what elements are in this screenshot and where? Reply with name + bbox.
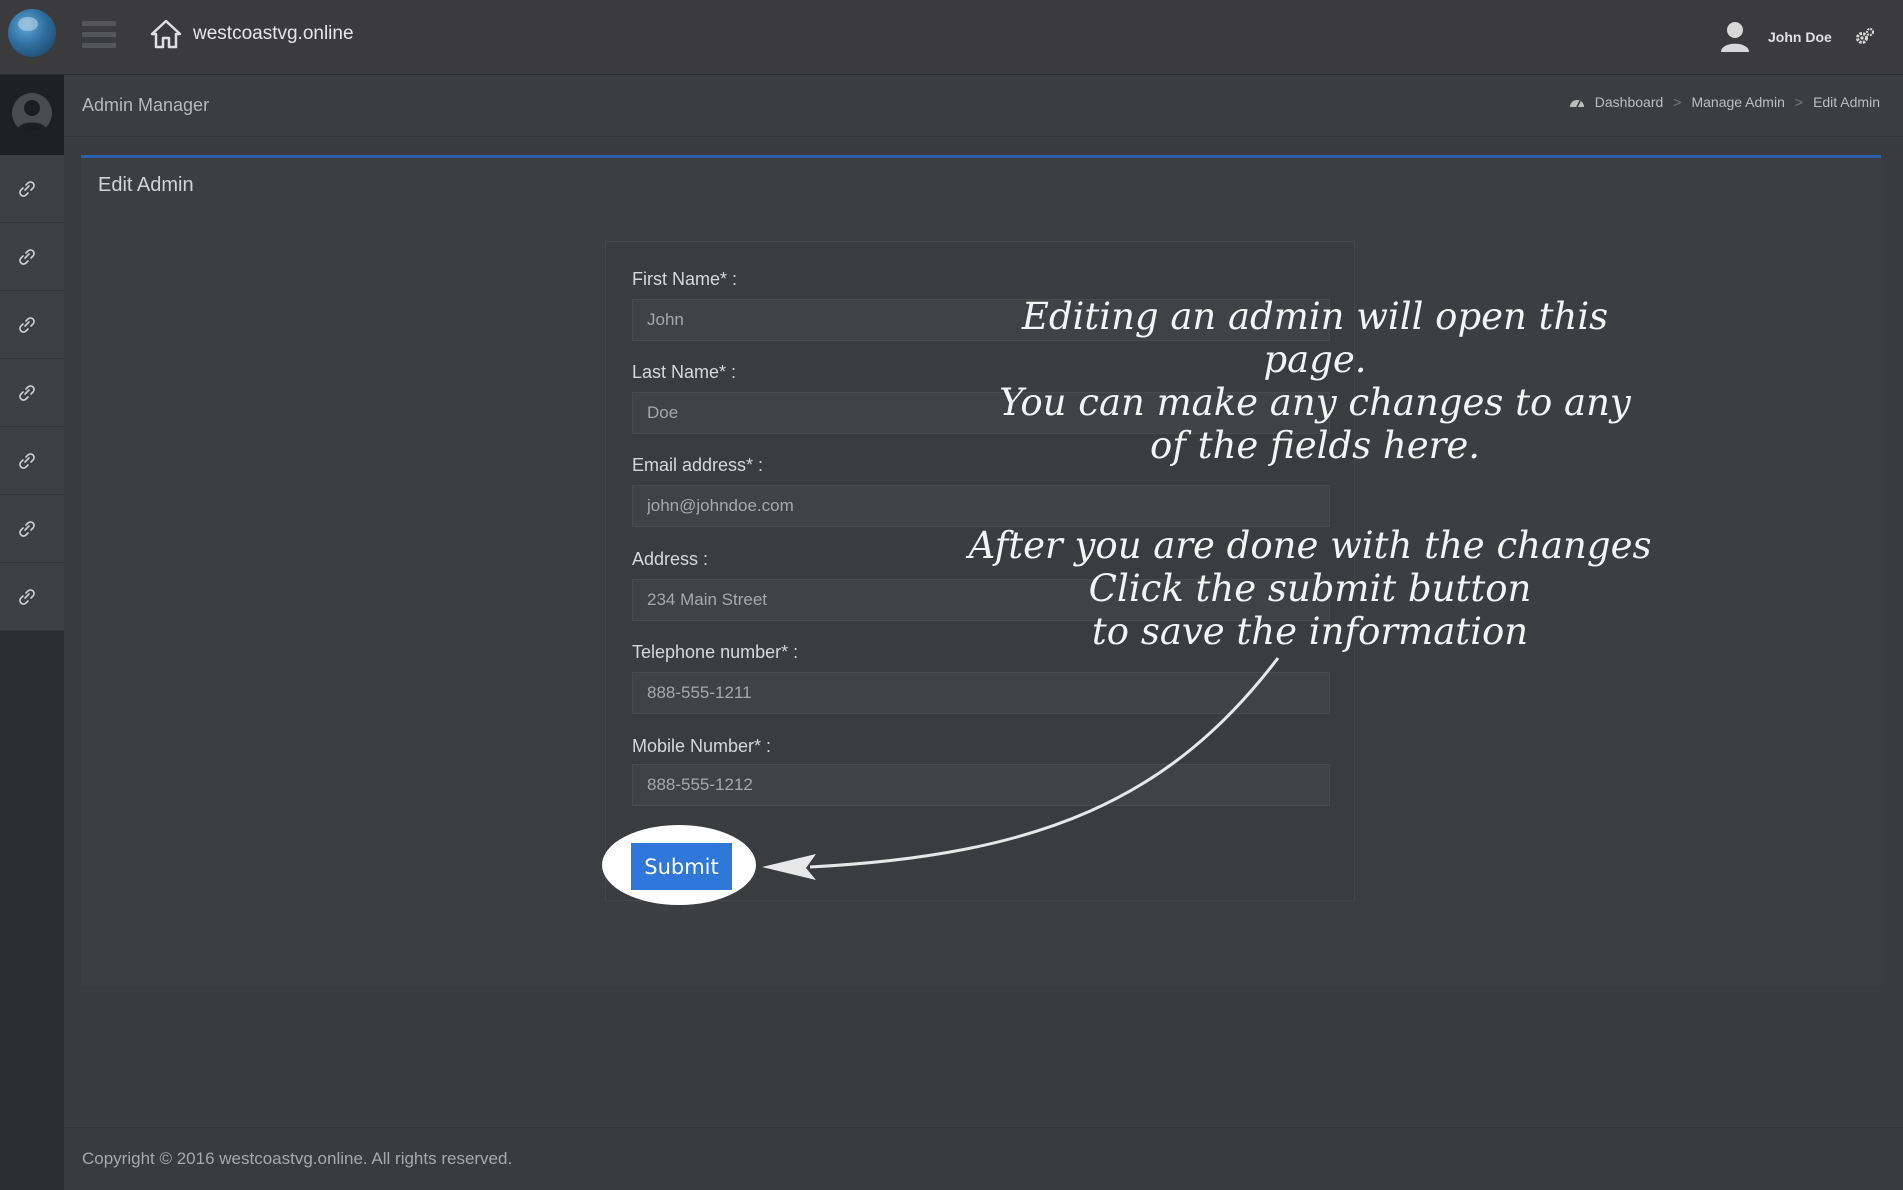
footer: Copyright © 2016 westcoastvg.online. All… — [64, 1127, 1903, 1190]
copyright-text: Copyright © 2016 westcoastvg.online. All… — [82, 1149, 513, 1168]
annotation-arrow-icon — [762, 657, 1280, 880]
